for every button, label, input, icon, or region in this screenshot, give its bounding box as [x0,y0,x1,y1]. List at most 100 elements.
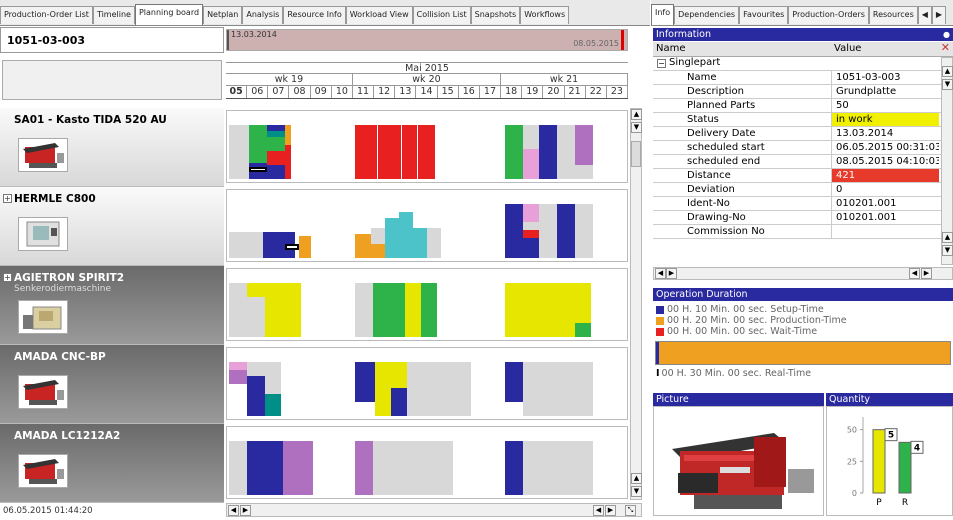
operation-block[interactable] [285,145,291,179]
tab-favourites[interactable]: Favourites [739,6,789,24]
operation-block[interactable] [575,165,593,179]
info-row-value[interactable]: 08.05.2015 04:10:03 [831,155,939,168]
pin-icon[interactable]: ● [943,28,950,41]
operation-block[interactable] [399,212,413,258]
info-vertical-scrollbar[interactable]: ▲ ▼ ▲ ▼ [941,57,953,265]
info-row-value[interactable]: 50 [831,99,939,112]
operation-block[interactable] [229,283,247,337]
info-scroll-down-end-icon[interactable]: ▼ [942,245,953,256]
day-label[interactable]: 05 [226,86,248,98]
operation-block[interactable] [523,204,539,222]
tab-timeline[interactable]: Timeline [92,6,135,24]
operation-block[interactable] [575,125,593,165]
info-row-value[interactable]: 1051-03-003 [831,71,939,84]
info-row-value[interactable] [831,225,939,238]
scroll-up-step-icon[interactable]: ▼ [631,122,642,133]
operation-block[interactable] [575,204,593,258]
day-label[interactable]: 19 [522,86,544,98]
info-row-value[interactable]: 06.05.2015 00:31:03 [831,141,939,154]
operation-block[interactable] [405,441,421,495]
operation-block[interactable] [523,441,539,495]
scroll-left-end-icon[interactable]: ◀ [593,505,604,516]
tab-resources[interactable]: Resources [868,6,918,24]
operation-block[interactable] [267,137,285,151]
operation-block[interactable] [299,236,311,258]
operation-block[interactable] [539,283,557,337]
operation-block[interactable] [539,125,557,179]
info-scroll-right-icon[interactable]: ▶ [666,268,677,279]
operation-block[interactable] [539,204,557,258]
operation-block[interactable] [377,125,378,179]
day-label[interactable]: 07 [268,86,290,98]
tab-scroll-right-icon[interactable]: ▶ [931,6,947,24]
operation-block[interactable] [247,441,265,495]
operation-block[interactable] [575,283,591,323]
day-label[interactable]: 08 [289,86,311,98]
operation-block[interactable] [229,362,247,370]
operation-block[interactable] [389,441,405,495]
expand-icon[interactable]: + [3,273,12,282]
close-icon[interactable]: ✕ [941,41,950,54]
operation-block[interactable] [505,441,523,495]
operation-block[interactable] [247,232,263,258]
operation-block[interactable] [539,362,557,416]
info-row[interactable]: Delivery Date 13.03.2014 [653,127,953,141]
resource-filter-box[interactable] [2,60,222,100]
info-row[interactable]: scheduled end 08.05.2015 04:10:03 [653,155,953,169]
tab-analysis[interactable]: Analysis [242,6,284,24]
timeline-bar[interactable]: 13.03.2014 08.05.2015 [226,29,628,51]
resource-row[interactable]: AMADA LC1212A2 [0,424,224,503]
operation-block[interactable] [299,441,313,495]
collapse-icon[interactable]: − [657,59,666,68]
day-label[interactable]: 14 [416,86,438,98]
operation-block[interactable] [405,283,421,337]
info-row[interactable]: Name 1051-03-003 [653,71,953,85]
operation-block[interactable] [263,232,283,258]
operation-block[interactable] [229,370,247,384]
tab-production-orders[interactable]: Production-Orders [788,6,869,24]
operation-block[interactable] [355,362,375,402]
operation-block[interactable] [505,283,523,337]
operation-block[interactable] [283,441,299,495]
operation-block[interactable] [373,441,389,495]
timeline-current-marker[interactable] [621,30,625,50]
day-label[interactable]: 13 [395,86,417,98]
operation-block[interactable] [249,167,267,172]
operation-block[interactable] [285,125,291,145]
operation-block[interactable] [229,125,249,179]
gantt-horizontal-scrollbar[interactable]: ◀ ▶ ◀ ▶ ⤡ [226,503,642,517]
operation-block[interactable] [523,149,539,179]
day-label[interactable]: 23 [607,86,628,98]
operation-block[interactable] [575,441,593,495]
operation-block[interactable] [421,441,437,495]
operation-block[interactable] [267,151,285,165]
operation-block[interactable] [557,441,575,495]
operation-block[interactable] [557,125,575,149]
day-label[interactable]: 22 [586,86,607,98]
info-row-value[interactable]: Grundplatte [831,85,939,98]
operation-block[interactable] [421,283,437,337]
operation-block[interactable] [557,362,575,416]
scroll-left-icon[interactable]: ◀ [228,505,239,516]
day-label[interactable]: 17 [480,86,502,98]
operation-block[interactable] [285,244,299,250]
operation-block[interactable] [265,441,283,495]
tab-netplan[interactable]: Netplan [203,6,243,24]
info-scroll-up-icon[interactable]: ▲ [942,66,953,77]
operation-block[interactable] [401,125,402,179]
operation-block[interactable] [229,441,247,495]
resource-row[interactable]: AMADA CNC-BP [0,345,224,424]
operation-block[interactable] [575,323,591,337]
info-row[interactable]: Planned Parts 50 [653,99,953,113]
scroll-right-end-icon[interactable]: ▶ [605,505,616,516]
operation-block[interactable] [557,283,575,337]
info-scroll-down-icon[interactable]: ▼ [942,79,953,90]
operation-block[interactable] [557,204,575,258]
operation-block[interactable] [355,125,435,179]
info-row[interactable]: Drawing-No 010201.001 [653,211,953,225]
info-scroll-left-end-icon[interactable]: ◀ [909,268,920,279]
day-label[interactable]: 20 [543,86,565,98]
operation-block[interactable] [371,244,385,258]
info-row[interactable]: Distance 421 [653,169,953,183]
day-label[interactable]: 15 [438,86,459,98]
